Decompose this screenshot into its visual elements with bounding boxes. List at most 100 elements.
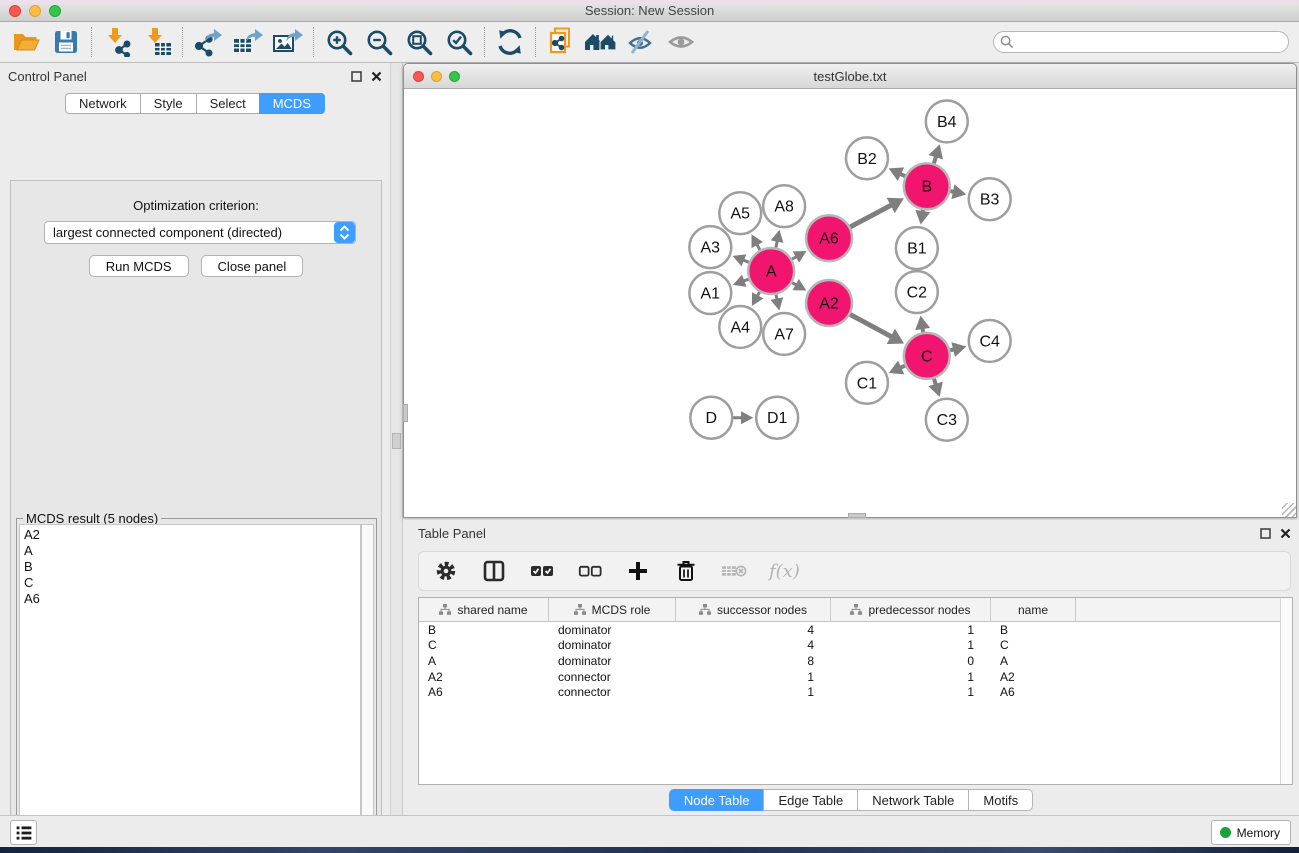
cell-name[interactable]: B — [991, 622, 1076, 638]
graph-node-C[interactable]: C — [904, 333, 950, 379]
delete-column-button[interactable] — [673, 558, 699, 584]
network-window-titlebar[interactable]: testGlobe.txt — [404, 64, 1296, 89]
tab-motifs[interactable]: Motifs — [968, 789, 1033, 811]
cell-successor-nodes[interactable]: 4 — [676, 622, 831, 638]
search-input[interactable] — [993, 31, 1289, 53]
cell-name[interactable]: C — [991, 638, 1076, 654]
graph-node-B4[interactable]: B4 — [926, 100, 968, 142]
show-columns-button[interactable] — [481, 558, 507, 584]
close-table-panel-icon[interactable] — [1280, 528, 1291, 539]
graph-node-B3[interactable]: B3 — [969, 178, 1011, 220]
graph-node-B2[interactable]: B2 — [846, 137, 888, 179]
cell-successor-nodes[interactable]: 1 — [676, 669, 831, 685]
network-canvas-svg[interactable]: B4B2BB3A8A5A6A3B1AA1C2A2A4A7C4CC1DD1C3 — [405, 89, 1295, 517]
create-column-button[interactable] — [625, 558, 651, 584]
cell-successor-nodes[interactable]: 4 — [676, 638, 831, 654]
criterion-select[interactable]: largest connected component (directed) — [44, 221, 356, 244]
mcds-result-list[interactable]: A2 A B C A6 — [19, 524, 361, 853]
graph-edge-A-A8[interactable] — [776, 241, 777, 248]
export-image-button[interactable] — [268, 25, 308, 59]
graph-node-B1[interactable]: B1 — [896, 227, 938, 269]
cell-name[interactable]: A6 — [991, 684, 1076, 700]
graph-node-A6[interactable]: A6 — [806, 215, 852, 261]
tab-network-table[interactable]: Network Table — [857, 789, 968, 811]
new-network-from-selection-button[interactable] — [541, 25, 581, 59]
run-mcds-button[interactable]: Run MCDS — [89, 255, 189, 277]
cell-mcds-role[interactable]: dominator — [549, 638, 676, 654]
cell-predecessor-nodes[interactable]: 1 — [831, 622, 991, 638]
mcds-result-item[interactable]: B — [24, 559, 360, 575]
graph-node-C1[interactable]: C1 — [846, 362, 888, 404]
tab-style[interactable]: Style — [140, 93, 196, 114]
tab-select[interactable]: Select — [196, 93, 259, 114]
cell-successor-nodes[interactable]: 8 — [676, 653, 831, 669]
cell-predecessor-nodes[interactable]: 1 — [831, 638, 991, 654]
graph-node-A3[interactable]: A3 — [689, 226, 731, 268]
graph-node-A1[interactable]: A1 — [689, 272, 731, 314]
graph-node-A4[interactable]: A4 — [719, 306, 761, 348]
cell-predecessor-nodes[interactable]: 0 — [831, 653, 991, 669]
graph-node-A5[interactable]: A5 — [719, 192, 761, 234]
column-header-mcds-role[interactable]: MCDS role — [549, 598, 676, 621]
divider-grip-icon[interactable] — [392, 433, 401, 449]
cell-shared-name[interactable]: A6 — [419, 684, 549, 700]
open-session-button[interactable] — [6, 25, 46, 59]
tab-node-table[interactable]: Node Table — [669, 789, 764, 811]
graph-node-A2[interactable]: A2 — [806, 280, 852, 326]
float-table-panel-icon[interactable] — [1260, 528, 1271, 539]
table-row[interactable]: C dominator 4 1 C — [419, 638, 1292, 654]
table-row[interactable]: A6 connector 1 1 A6 — [419, 684, 1292, 700]
show-all-button[interactable] — [661, 25, 701, 59]
tab-network[interactable]: Network — [65, 93, 140, 114]
cell-predecessor-nodes[interactable]: 1 — [831, 684, 991, 700]
table-row[interactable]: A2 connector 1 1 A2 — [419, 669, 1292, 685]
fit-content-button[interactable] — [399, 25, 439, 59]
panel-divider[interactable] — [390, 63, 403, 815]
graph-node-C3[interactable]: C3 — [926, 399, 968, 441]
table-scrollbar[interactable] — [1280, 598, 1292, 784]
table-row[interactable]: B dominator 4 1 B — [419, 622, 1292, 638]
export-network-button[interactable] — [188, 25, 228, 59]
cell-successor-nodes[interactable]: 1 — [676, 684, 831, 700]
tab-edge-table[interactable]: Edge Table — [763, 789, 857, 811]
graph-node-A[interactable]: A — [748, 248, 794, 294]
canvas-vertical-scroll-thumb[interactable] — [403, 404, 408, 422]
column-header-predecessor-nodes[interactable]: predecessor nodes — [831, 598, 991, 621]
graph-node-D[interactable]: D — [690, 397, 732, 439]
cell-mcds-role[interactable]: connector — [549, 669, 676, 685]
save-session-button[interactable] — [46, 25, 86, 59]
zoom-selected-button[interactable] — [439, 25, 479, 59]
cell-shared-name[interactable]: A2 — [419, 669, 549, 685]
table-row[interactable]: A dominator 8 0 A — [419, 653, 1292, 669]
float-panel-icon[interactable] — [351, 71, 362, 82]
export-table-button[interactable] — [228, 25, 268, 59]
cell-mcds-role[interactable]: dominator — [549, 622, 676, 638]
graph-node-C2[interactable]: C2 — [896, 271, 938, 313]
import-network-button[interactable] — [97, 25, 137, 59]
mcds-result-item[interactable]: C — [24, 575, 360, 591]
cell-mcds-role[interactable]: dominator — [549, 653, 676, 669]
deselect-all-button[interactable] — [577, 558, 603, 584]
cell-shared-name[interactable]: B — [419, 622, 549, 638]
cell-name[interactable]: A — [991, 653, 1076, 669]
graph-node-B[interactable]: B — [904, 163, 950, 209]
resize-grip-icon[interactable] — [1282, 503, 1296, 517]
cell-predecessor-nodes[interactable]: 1 — [831, 669, 991, 685]
select-all-button[interactable] — [529, 558, 555, 584]
canvas-horizontal-scroll-thumb[interactable] — [848, 513, 866, 518]
cell-shared-name[interactable]: C — [419, 638, 549, 654]
cell-shared-name[interactable]: A — [419, 653, 549, 669]
graph-node-D1[interactable]: D1 — [756, 397, 798, 439]
close-panel-icon[interactable] — [371, 71, 382, 82]
column-header-shared-name[interactable]: shared name — [419, 598, 549, 621]
graph-node-A7[interactable]: A7 — [763, 313, 805, 355]
cell-name[interactable]: A2 — [991, 669, 1076, 685]
column-header-name[interactable]: name — [991, 598, 1076, 621]
mcds-result-item[interactable]: A6 — [24, 591, 360, 607]
first-neighbors-button[interactable] — [581, 25, 621, 59]
graph-edge-A6-B[interactable] — [850, 205, 891, 227]
task-history-button[interactable] — [10, 820, 37, 845]
close-panel-button[interactable]: Close panel — [201, 255, 304, 277]
mcds-result-item[interactable]: A — [24, 543, 360, 559]
zoom-in-button[interactable] — [319, 25, 359, 59]
